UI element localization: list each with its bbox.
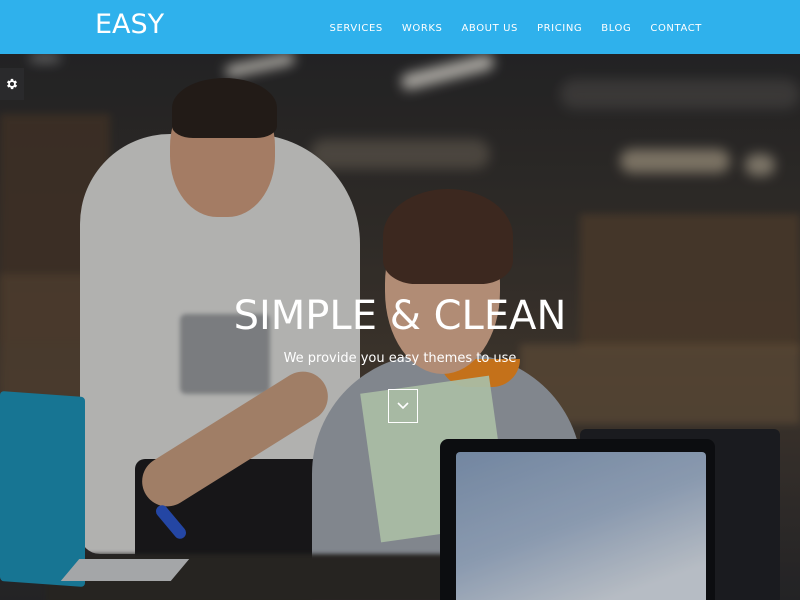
logo[interactable]: EASY	[95, 9, 164, 40]
nav-link-services[interactable]: SERVICES	[330, 23, 383, 34]
hero-title: SIMPLE & CLEAN	[233, 293, 567, 339]
nav-link-about-us[interactable]: ABOUT US	[461, 23, 517, 34]
gear-icon	[6, 78, 18, 90]
nav-item-pricing: PRICING	[537, 18, 582, 36]
nav-link-pricing[interactable]: PRICING	[537, 23, 582, 34]
nav-item-services: SERVICES	[330, 18, 383, 36]
nav-link-contact[interactable]: CONTACT	[650, 23, 702, 34]
nav-item-contact: CONTACT	[650, 18, 702, 36]
nav-item-about-us: ABOUT US	[461, 18, 517, 36]
scroll-down-button[interactable]	[388, 389, 418, 423]
nav-link-blog[interactable]: BLOG	[601, 23, 631, 34]
nav-item-works: WORKS	[402, 18, 443, 36]
nav-link-works[interactable]: WORKS	[402, 23, 443, 34]
top-navbar: EASY SERVICES WORKS ABOUT US PRICING BLO…	[0, 0, 800, 54]
settings-toggle-button[interactable]	[0, 68, 24, 100]
hero-subtitle: We provide you easy themes to use	[283, 351, 517, 366]
nav-item-blog: BLOG	[601, 18, 631, 36]
main-nav: SERVICES WORKS ABOUT US PRICING BLOG CON…	[311, 0, 702, 54]
chevron-down-icon	[397, 402, 409, 410]
